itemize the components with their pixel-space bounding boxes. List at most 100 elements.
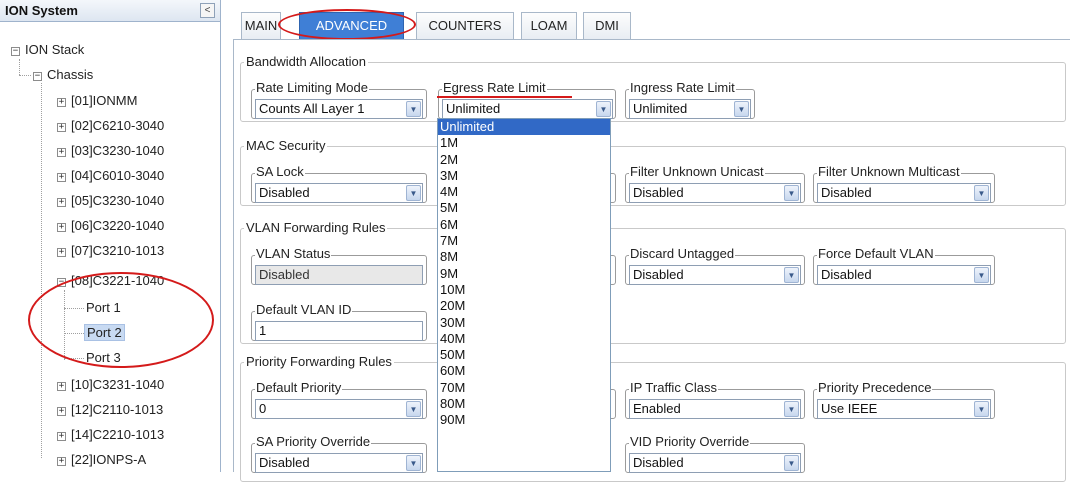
dropdown-option[interactable]: 10M <box>438 282 610 298</box>
vid-priority-override-field: VID Priority Override Disabled ▼ <box>625 435 805 473</box>
tab-bar: MAIN ADVANCED COUNTERS LOAM DMI <box>233 0 1070 40</box>
default-priority-select[interactable]: 0 ▼ <box>255 399 423 419</box>
dropdown-option[interactable]: 30M <box>438 315 610 331</box>
filter-unknown-unicast-select[interactable]: Disabled ▼ <box>629 183 801 203</box>
tree-node-module[interactable]: + [04]C6010-3040 <box>57 166 166 186</box>
section-title: MAC Security <box>244 138 328 153</box>
expand-icon[interactable]: + <box>57 98 66 107</box>
dropdown-option[interactable]: 80M <box>438 396 610 412</box>
tab-counters[interactable]: COUNTERS <box>416 12 514 39</box>
chevron-down-icon: ▼ <box>734 101 749 117</box>
chevron-down-icon: ▼ <box>784 267 799 283</box>
dropdown-option[interactable]: 20M <box>438 298 610 314</box>
chevron-down-icon: ▼ <box>596 101 611 117</box>
dropdown-option[interactable]: 70M <box>438 380 610 396</box>
default-vlan-id-field: Default VLAN ID 1 <box>251 303 427 341</box>
bandwidth-section: Bandwidth Allocation Rate Limiting Mode … <box>240 54 1066 122</box>
collapse-icon[interactable]: − <box>11 47 20 56</box>
tab-loam[interactable]: LOAM <box>521 12 577 39</box>
port-settings-panel: Bandwidth Allocation Rate Limiting Mode … <box>233 39 1070 482</box>
tree-node-module[interactable]: + [10]C3231-1040 <box>57 375 166 395</box>
priority-precedence-field: Priority Precedence Use IEEE ▼ <box>813 381 995 419</box>
expand-icon[interactable]: + <box>57 457 66 466</box>
collapse-panel-button[interactable]: < <box>200 3 215 18</box>
expand-icon[interactable]: + <box>57 198 66 207</box>
vlan-forwarding-section: VLAN Forwarding Rules VLAN Status Disabl… <box>240 220 1066 344</box>
vlan-status-field: VLAN Status Disabled <box>251 247 427 285</box>
chevron-down-icon: ▼ <box>784 401 799 417</box>
expand-icon[interactable]: + <box>57 148 66 157</box>
dropdown-option[interactable]: 1M <box>438 135 610 151</box>
chevron-down-icon: ▼ <box>406 455 421 471</box>
tree-node-module[interactable]: + [06]C3220-1040 <box>57 216 166 236</box>
force-default-vlan-select[interactable]: Disabled ▼ <box>817 265 991 285</box>
expand-icon[interactable]: + <box>57 123 66 132</box>
device-tree-panel: ION System < − ION Stack − Chassis + [01]IO… <box>0 0 221 472</box>
chevron-down-icon: ▼ <box>406 185 421 201</box>
dropdown-option[interactable]: 60M <box>438 363 610 379</box>
filter-unknown-multicast-select[interactable]: Disabled ▼ <box>817 183 991 203</box>
default-priority-field: Default Priority 0 ▼ <box>251 381 427 419</box>
default-vlan-id-input[interactable]: 1 <box>255 321 423 341</box>
tree-node-module[interactable]: + [01]IONMM <box>57 91 139 111</box>
priority-forwarding-section: Priority Forwarding Rules Default Priori… <box>240 354 1066 482</box>
dropdown-option[interactable]: 7M <box>438 233 610 249</box>
tree-node-module[interactable]: + [03]C3230-1040 <box>57 141 166 161</box>
highlight-annotation <box>278 9 416 40</box>
dropdown-option[interactable]: 3M <box>438 168 610 184</box>
sa-lock-field: SA Lock Disabled ▼ <box>251 165 427 203</box>
sa-priority-override-field: SA Priority Override Disabled ▼ <box>251 435 427 473</box>
sa-priority-override-select[interactable]: Disabled ▼ <box>255 453 423 473</box>
egress-rate-limit-options[interactable]: Unlimited 1M 2M 3M 4M 5M 6M 7M 8M 9M 10M… <box>437 118 611 472</box>
egress-rate-limit-select[interactable]: Unlimited ▼ <box>442 99 613 119</box>
dropdown-option[interactable]: 50M <box>438 347 610 363</box>
sa-lock-select[interactable]: Disabled ▼ <box>255 183 423 203</box>
expand-icon[interactable]: + <box>57 173 66 182</box>
tree-node-module[interactable]: + [07]C3210-1013 <box>57 241 166 261</box>
vid-priority-override-select[interactable]: Disabled ▼ <box>629 453 801 473</box>
expand-icon[interactable]: + <box>57 382 66 391</box>
ingress-rate-limit-select[interactable]: Unlimited ▼ <box>629 99 751 119</box>
priority-precedence-select[interactable]: Use IEEE ▼ <box>817 399 991 419</box>
dropdown-option-selected[interactable]: Unlimited <box>438 119 610 136</box>
dropdown-option[interactable]: 90M <box>438 412 610 428</box>
dropdown-option[interactable]: 6M <box>438 217 610 233</box>
tree-node-module[interactable]: + [14]C2210-1013 <box>57 425 166 445</box>
tree-node-ion-stack[interactable]: − ION Stack <box>11 40 86 60</box>
discard-untagged-field: Discard Untagged Disabled ▼ <box>625 247 805 285</box>
dropdown-option[interactable]: 8M <box>438 249 610 265</box>
ip-traffic-class-field: IP Traffic Class Enabled ▼ <box>625 381 805 419</box>
collapse-icon[interactable]: − <box>33 72 42 81</box>
expand-icon[interactable]: + <box>57 248 66 257</box>
egress-rate-limit-field: Egress Rate Limit Unlimited ▼ <box>438 81 616 119</box>
vlan-status-value: Disabled <box>255 265 423 285</box>
tab-dmi[interactable]: DMI <box>583 12 631 39</box>
tree-node-module[interactable]: + [05]C3230-1040 <box>57 191 166 211</box>
dropdown-option[interactable]: 4M <box>438 184 610 200</box>
expand-icon[interactable]: + <box>57 223 66 232</box>
dropdown-option[interactable]: 40M <box>438 331 610 347</box>
tree-node-chassis[interactable]: − Chassis <box>33 65 95 85</box>
section-title: VLAN Forwarding Rules <box>244 220 388 235</box>
discard-untagged-select[interactable]: Disabled ▼ <box>629 265 801 285</box>
chevron-down-icon: ▼ <box>784 185 799 201</box>
tree-title: ION System <box>5 3 78 18</box>
tab-main[interactable]: MAIN <box>241 12 281 39</box>
chevron-down-icon: ▼ <box>974 401 989 417</box>
rate-limiting-mode-select[interactable]: Counts All Layer 1 ▼ <box>255 99 423 119</box>
expand-icon[interactable]: + <box>57 407 66 416</box>
chevron-down-icon: ▼ <box>406 101 421 117</box>
ip-traffic-class-select[interactable]: Enabled ▼ <box>629 399 801 419</box>
chevron-down-icon: ▼ <box>406 401 421 417</box>
tree-node-module[interactable]: + [02]C6210-3040 <box>57 116 166 136</box>
chevron-down-icon: ▼ <box>974 267 989 283</box>
tree-node-module[interactable]: + [22]IONPS-A <box>57 450 148 470</box>
dropdown-option[interactable]: 5M <box>438 200 610 216</box>
force-default-vlan-field: Force Default VLAN Disabled ▼ <box>813 247 995 285</box>
dropdown-option[interactable]: 9M <box>438 266 610 282</box>
tree-node-module[interactable]: + [12]C2110-1013 <box>57 400 165 420</box>
mac-security-section: MAC Security SA Lock Disabled ▼ Filter U… <box>240 138 1066 206</box>
dropdown-option[interactable]: 2M <box>438 152 610 168</box>
rate-limiting-mode-field: Rate Limiting Mode Counts All Layer 1 ▼ <box>251 81 427 119</box>
expand-icon[interactable]: + <box>57 432 66 441</box>
